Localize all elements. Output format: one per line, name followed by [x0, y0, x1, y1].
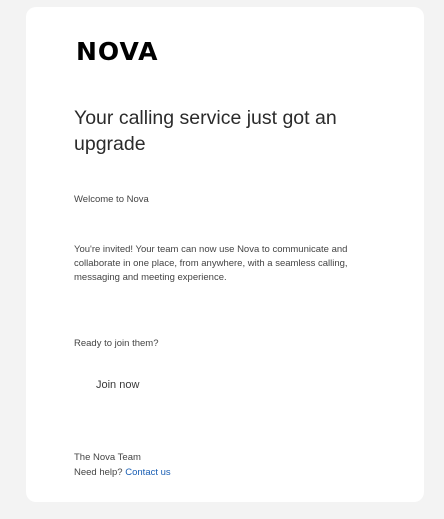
- nova-logo: NOVA: [76, 37, 159, 66]
- invitation-body: You're invited! Your team can now use No…: [74, 244, 348, 283]
- email-headline: Your calling service just got an upgrade: [74, 107, 337, 155]
- greeting-text: Welcome to Nova: [74, 194, 149, 205]
- email-card: NOVA Your calling service just got an up…: [26, 7, 424, 502]
- help-line: Need help? Contact us: [74, 466, 171, 480]
- join-now-button[interactable]: Join now: [88, 373, 148, 397]
- help-prefix: Need help?: [74, 467, 123, 478]
- signature: The Nova Team: [74, 452, 141, 463]
- contact-us-link[interactable]: Contact us: [125, 467, 170, 478]
- join-prompt: Ready to join them?: [74, 338, 159, 349]
